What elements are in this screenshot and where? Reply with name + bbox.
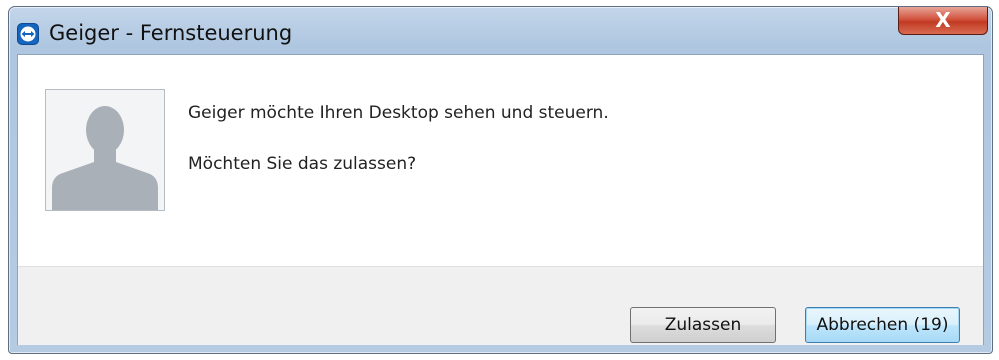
message-area: Geiger möchte Ihren Desktop sehen und st… <box>18 55 983 266</box>
button-bar: Zulassen Abbrechen (19) <box>18 266 983 345</box>
window-title: Geiger - Fernsteuerung <box>49 21 293 45</box>
user-silhouette-icon <box>45 89 165 211</box>
title-bar[interactable]: Geiger - Fernsteuerung X <box>9 7 992 51</box>
cancel-button[interactable]: Abbrechen (19) <box>805 307 960 343</box>
message-line-1: Geiger möchte Ihren Desktop sehen und st… <box>188 103 609 123</box>
dialog-window: Geiger - Fernsteuerung X Geiger möchte I… <box>8 6 993 354</box>
close-button[interactable]: X <box>898 7 988 35</box>
dialog-client-area: Geiger möchte Ihren Desktop sehen und st… <box>17 54 984 345</box>
teamviewer-arrows-icon <box>17 23 39 45</box>
message-line-2: Möchten Sie das zulassen? <box>188 154 417 174</box>
allow-button[interactable]: Zulassen <box>630 307 776 343</box>
